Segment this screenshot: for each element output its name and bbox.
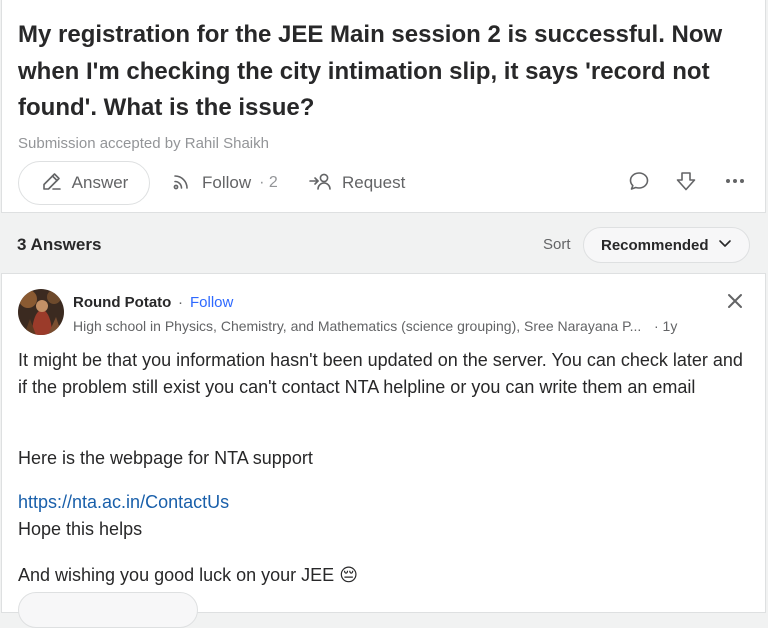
author-name[interactable]: Round Potato (73, 294, 171, 311)
sort-value: Recommended (601, 236, 709, 254)
comment-button[interactable] (623, 167, 655, 199)
answer-card: Round Potato · Follow High school in Phy… (1, 273, 766, 628)
follow-signal-icon (170, 169, 194, 198)
request-answer-button[interactable]: Request (308, 161, 405, 205)
upvote-button[interactable] (18, 592, 198, 628)
comment-icon (627, 169, 651, 198)
question-card: My registration for the JEE Main session… (1, 0, 766, 213)
answers-count: 3 Answers (17, 235, 102, 254)
more-options-button[interactable] (719, 167, 751, 199)
answer-paragraph: Here is the webpage for NTA support (18, 448, 313, 468)
sort-dropdown[interactable]: Recommended (583, 227, 750, 263)
follow-author-link[interactable]: Follow (190, 294, 233, 311)
author-avatar[interactable] (18, 289, 64, 335)
request-label: Request (342, 173, 406, 192)
answers-header: 3 Answers Sort Recommended (0, 222, 768, 268)
sort-label: Sort (543, 236, 571, 253)
submission-accepted-text: Submission accepted by Rahil Shaikh (18, 135, 269, 152)
chevron-down-icon (717, 235, 733, 255)
question-action-row: Answer Follow · 2 Request (18, 161, 749, 207)
request-user-icon (308, 169, 334, 198)
more-dots-icon (723, 169, 747, 198)
close-icon (727, 293, 743, 314)
answer-paragraph-link-line: https://nta.ac.in/ContactUs (18, 489, 748, 516)
answer-paragraph: And wishing you good luck on your JEE 😔 (18, 565, 358, 585)
downvote-button[interactable] (670, 167, 702, 199)
follow-question-button[interactable]: Follow · 2 (170, 161, 278, 205)
author-dot-separator: · (178, 294, 183, 311)
follow-count: · 2 (259, 174, 278, 191)
answer-paragraph: Hope this helps (18, 519, 143, 539)
answer-timestamp[interactable]: · 1y (654, 318, 677, 334)
answer-paragraph: It might be that you information hasn't … (18, 350, 743, 397)
nta-contact-link[interactable]: https://nta.ac.in/ContactUs (18, 492, 229, 512)
pencil-icon (40, 169, 64, 198)
question-title[interactable]: My registration for the JEE Main session… (18, 17, 738, 127)
answer-label: Answer (71, 173, 129, 192)
author-credential: High school in Physics, Chemistry, and M… (73, 318, 719, 334)
downvote-arrow-icon (674, 169, 698, 198)
answer-button[interactable]: Answer (18, 161, 150, 205)
follow-label: Follow (202, 173, 252, 192)
close-answer-button[interactable] (724, 292, 746, 314)
author-credential-text[interactable]: High school in Physics, Chemistry, and M… (73, 318, 641, 334)
